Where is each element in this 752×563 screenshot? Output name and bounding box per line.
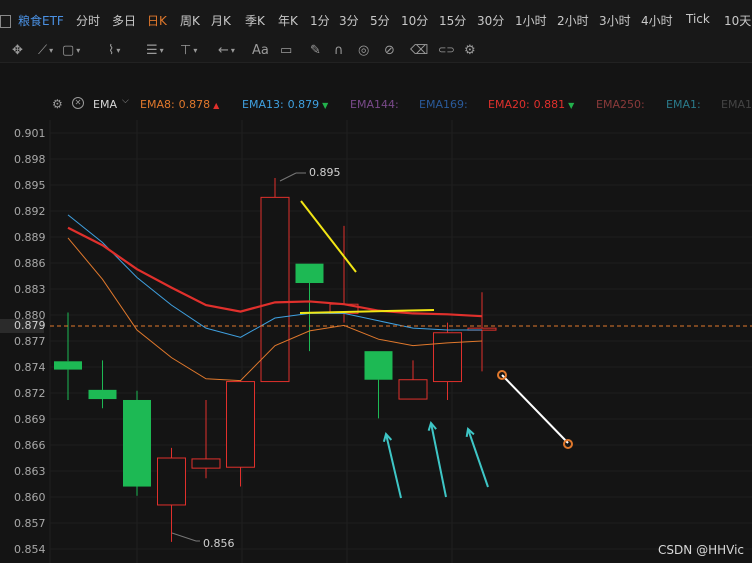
indicator-legend: ⚙ ✕ EMA ⌵ EMA8: 0.878 ▲ EMA13: 0.879 ▼ EMA144:… bbox=[0, 94, 752, 116]
candle-body bbox=[157, 457, 186, 506]
price-tick-label: 0.854 bbox=[14, 543, 46, 556]
ema-label: EMA144: bbox=[350, 98, 399, 111]
ema-item: EMA20: 0.881 ▼ bbox=[488, 98, 574, 111]
low-price-label: 0.856 bbox=[203, 537, 235, 550]
close-icon[interactable]: ✕ bbox=[72, 97, 84, 109]
ema-item: EMA144: bbox=[350, 98, 399, 111]
ema-label: EMA20: bbox=[488, 98, 530, 111]
ema-item: EMA1 bbox=[721, 98, 752, 111]
price-tick-label: 0.869 bbox=[14, 413, 46, 426]
ema-item: EMA169: bbox=[419, 98, 468, 111]
drawn-arrow bbox=[430, 422, 447, 498]
price-tick-label: 0.892 bbox=[14, 205, 46, 218]
ema-label: EMA1 bbox=[721, 98, 752, 111]
price-tick-label: 0.866 bbox=[14, 439, 46, 452]
candle-body bbox=[364, 351, 393, 380]
high-price-label: 0.895 bbox=[309, 166, 341, 179]
arrow-down-icon: ▼ bbox=[322, 101, 329, 110]
current-price-tag: 0.879 bbox=[0, 319, 46, 333]
ema-item: EMA1: bbox=[666, 98, 701, 111]
ema-label: EMA8: bbox=[140, 98, 175, 111]
price-tick-label: 0.889 bbox=[14, 231, 46, 244]
price-tick-label: 0.898 bbox=[14, 153, 46, 166]
ema-label: EMA13: bbox=[242, 98, 284, 111]
gear-icon[interactable]: ⚙ bbox=[52, 97, 63, 111]
candle-body bbox=[88, 389, 117, 400]
ema-label: EMA1: bbox=[666, 98, 701, 111]
ema-value: 0.881 bbox=[533, 98, 566, 111]
price-tick-label: 0.860 bbox=[14, 491, 46, 504]
chevron-down-icon[interactable]: ⌵ bbox=[122, 96, 129, 106]
price-tick-label: 0.863 bbox=[14, 465, 46, 478]
watermark: CSDN @HHVic bbox=[658, 543, 744, 557]
drawn-arrow-line bbox=[501, 374, 569, 444]
indicator-name: EMA bbox=[93, 98, 117, 111]
arrow-down-icon: ▼ bbox=[568, 101, 575, 110]
candle-body bbox=[191, 458, 221, 469]
candle-body bbox=[226, 381, 255, 468]
ema-label: EMA169: bbox=[419, 98, 468, 111]
price-tick-label: 0.886 bbox=[14, 257, 46, 270]
price-tick-label: 0.877 bbox=[14, 335, 46, 348]
ema-item: EMA250: bbox=[596, 98, 645, 111]
ema-value: 0.879 bbox=[287, 98, 320, 111]
ema-label: EMA250: bbox=[596, 98, 645, 111]
candlestick-chart[interactable] bbox=[0, 0, 752, 563]
candle-body bbox=[398, 379, 428, 400]
price-tick-label: 0.857 bbox=[14, 517, 46, 530]
ema-item: EMA8: 0.878 ▲ bbox=[140, 98, 219, 111]
arrow-up-icon: ▲ bbox=[213, 101, 220, 110]
price-tick-label: 0.901 bbox=[14, 127, 46, 140]
candle-body bbox=[295, 263, 324, 284]
price-tick-label: 0.872 bbox=[14, 387, 46, 400]
price-tick-label: 0.883 bbox=[14, 283, 46, 296]
price-tick-label: 0.874 bbox=[14, 361, 46, 374]
drawn-arrow bbox=[385, 433, 402, 499]
candle-body bbox=[123, 399, 151, 487]
ema-value: 0.878 bbox=[178, 98, 211, 111]
price-tick-label: 0.895 bbox=[14, 179, 46, 192]
high-callout-line bbox=[279, 172, 297, 182]
ema-item: EMA13: 0.879 ▼ bbox=[242, 98, 328, 111]
drawn-arrow bbox=[467, 428, 489, 488]
candle-body bbox=[260, 196, 290, 383]
candle-body bbox=[433, 332, 462, 383]
low-callout-line bbox=[171, 532, 197, 542]
drawn-anchor bbox=[563, 439, 573, 449]
candle-body bbox=[54, 361, 82, 370]
